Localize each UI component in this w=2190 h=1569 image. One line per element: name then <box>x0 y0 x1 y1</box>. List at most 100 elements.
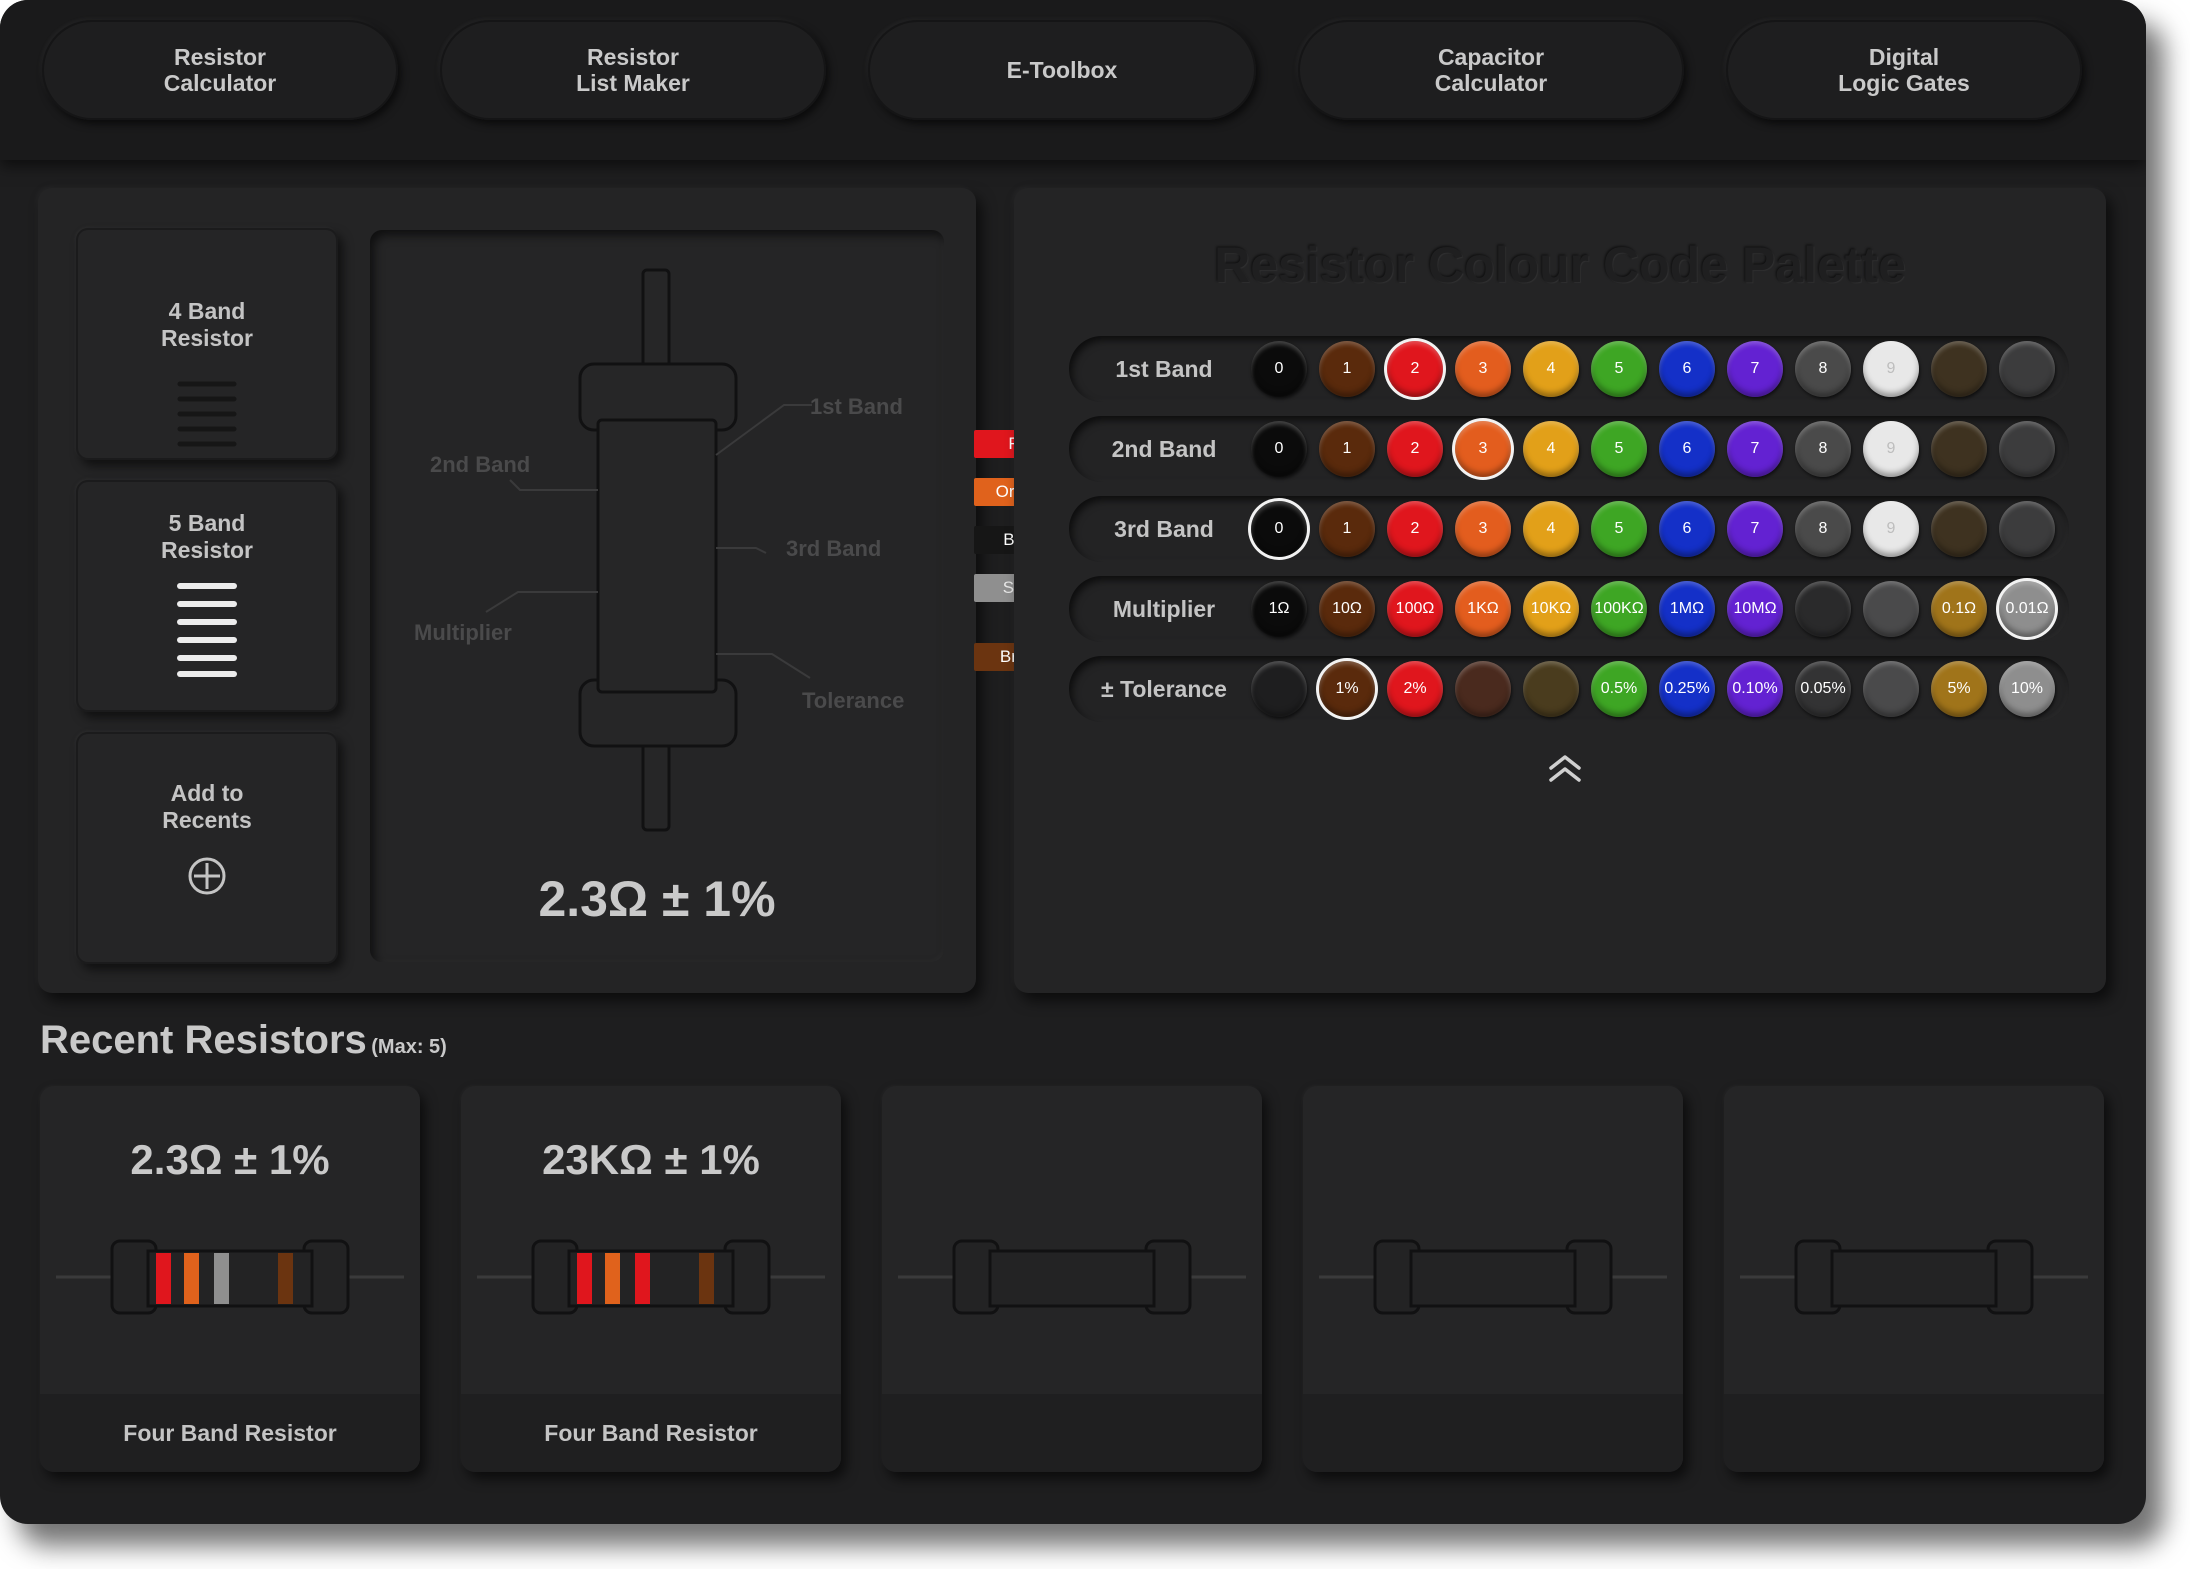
five-band-button[interactable]: 5 Band Resistor <box>76 480 338 712</box>
recent-resistor-card[interactable]: 23KΩ ± 1% Four Band Resistor <box>461 1086 841 1472</box>
recent-resistor-graphic <box>898 1239 1246 1315</box>
colour-swatch[interactable]: 9 <box>1863 341 1919 397</box>
colour-swatch[interactable]: 10MΩ <box>1727 581 1783 637</box>
colour-swatch[interactable]: 5% <box>1931 661 1987 717</box>
colour-swatch[interactable]: 1% <box>1319 661 1375 717</box>
colour-swatch[interactable]: 1KΩ <box>1455 581 1511 637</box>
colour-swatch[interactable]: 9 <box>1863 421 1919 477</box>
resistor-band-stripe <box>214 1253 229 1304</box>
colour-swatch[interactable]: 3 <box>1455 421 1511 477</box>
colour-swatch[interactable]: 9 <box>1863 501 1919 557</box>
callout-3rd-band: 3rd Band <box>786 536 882 561</box>
nav-digital-logic-gates[interactable]: Digital Logic Gates <box>1726 20 2082 120</box>
colour-swatch[interactable]: 2 <box>1387 501 1443 557</box>
colour-swatch[interactable] <box>1455 661 1511 717</box>
colour-swatch[interactable]: 5 <box>1591 341 1647 397</box>
colour-swatch[interactable]: 4 <box>1523 421 1579 477</box>
colour-swatch[interactable]: 3 <box>1455 501 1511 557</box>
recent-resistor-value: 2.3Ω ± 1% <box>130 1136 330 1183</box>
colour-swatch[interactable]: 0 <box>1251 341 1307 397</box>
colour-swatch[interactable]: 0.05% <box>1795 661 1851 717</box>
colour-swatch[interactable] <box>1999 421 2055 477</box>
colour-swatch[interactable]: 4 <box>1523 501 1579 557</box>
colour-swatch[interactable]: 0.25% <box>1659 661 1715 717</box>
palette-row-label: ± Tolerance <box>1101 676 1227 702</box>
colour-swatch[interactable]: 100Ω <box>1387 581 1443 637</box>
colour-swatch[interactable] <box>1999 341 2055 397</box>
recent-resistor-graphic <box>477 1239 825 1315</box>
recent-resistor-graphic <box>1319 1239 1667 1315</box>
colour-swatch[interactable]: 6 <box>1659 501 1715 557</box>
palette-row-label: 2nd Band <box>1111 436 1217 462</box>
colour-swatch[interactable]: 4 <box>1523 341 1579 397</box>
colour-swatch[interactable]: 10Ω <box>1319 581 1375 637</box>
colour-swatch[interactable] <box>1931 421 1987 477</box>
recent-resistor-value: 23KΩ ± 1% <box>542 1136 760 1183</box>
colour-swatch[interactable]: 10KΩ <box>1523 581 1579 637</box>
palette-row-4: ± Tolerance 1% 2% 0.5% 0.25% 0.10% 0.05% 5% 10% <box>1069 656 2069 722</box>
recents-heading: Recent Resistors (Max: 5) <box>40 1018 447 1063</box>
resistor-band-stripe <box>278 1253 293 1304</box>
double-chevron-up-icon[interactable] <box>1548 754 1582 784</box>
colour-swatch[interactable] <box>1523 661 1579 717</box>
colour-swatch[interactable]: 0 <box>1251 421 1307 477</box>
recent-resistor-card[interactable] <box>1303 1086 1683 1472</box>
colour-swatch[interactable]: 7 <box>1727 341 1783 397</box>
nav-resistor-list-maker[interactable]: Resistor List Maker <box>440 20 826 120</box>
colour-swatch[interactable]: 1 <box>1319 501 1375 557</box>
recent-resistor-graphic <box>56 1239 404 1315</box>
four-band-label: 4 Band Resistor <box>160 298 254 351</box>
colour-swatch[interactable]: 8 <box>1795 421 1851 477</box>
colour-swatch[interactable]: 3 <box>1455 341 1511 397</box>
resistor-diagram-area: Red Orange Black Silver Brown 1st Band 2… <box>370 230 1074 962</box>
colour-swatch[interactable]: 8 <box>1795 501 1851 557</box>
nav-resistor-calculator[interactable]: Resistor Calculator <box>42 20 398 120</box>
colour-swatch[interactable]: 8 <box>1795 341 1851 397</box>
resistor-band-stripe <box>699 1253 714 1304</box>
colour-swatch[interactable]: 1 <box>1319 341 1375 397</box>
colour-swatch[interactable]: 1Ω <box>1251 581 1307 637</box>
recent-resistor-card[interactable]: 2.3Ω ± 1% Four Band Resistor <box>40 1086 420 1472</box>
colour-swatch[interactable]: 7 <box>1727 421 1783 477</box>
colour-swatch[interactable] <box>1795 581 1851 637</box>
colour-swatch[interactable]: 1MΩ <box>1659 581 1715 637</box>
recents-title: Recent Resistors <box>40 1018 367 1062</box>
add-to-recents-button[interactable]: Add to Recents <box>76 732 338 964</box>
recent-resistor-type <box>882 1394 1262 1472</box>
nav-e-toolbox[interactable]: E-Toolbox <box>868 20 1256 120</box>
colour-swatch[interactable]: 2 <box>1387 421 1443 477</box>
colour-swatch[interactable] <box>1931 341 1987 397</box>
add-to-recents-label: Add to Recents <box>162 780 252 833</box>
colour-swatch[interactable]: 2% <box>1387 661 1443 717</box>
colour-swatch[interactable]: 0.10% <box>1727 661 1783 717</box>
colour-swatch[interactable]: 5 <box>1591 501 1647 557</box>
colour-swatch[interactable] <box>1863 661 1919 717</box>
colour-swatch[interactable] <box>1999 501 2055 557</box>
palette-row-2: 3rd Band 0 1 2 3 4 5 6 7 8 9 <box>1069 496 2069 562</box>
resistor-body-svg <box>485 268 812 832</box>
resistor-band-stripe <box>156 1253 171 1304</box>
colour-swatch[interactable]: 0.1Ω <box>1931 581 1987 637</box>
nav-capacitor-calculator[interactable]: Capacitor Calculator <box>1298 20 1684 120</box>
colour-swatch[interactable]: 6 <box>1659 341 1715 397</box>
colour-swatch[interactable] <box>1863 581 1919 637</box>
colour-swatch[interactable]: 7 <box>1727 501 1783 557</box>
colour-swatch[interactable] <box>1931 501 1987 557</box>
recents-max-label: (Max: 5) <box>371 1036 447 1058</box>
recent-resistor-card[interactable] <box>1724 1086 2104 1472</box>
colour-swatch[interactable]: 1 <box>1319 421 1375 477</box>
colour-swatch[interactable]: 5 <box>1591 421 1647 477</box>
four-band-icon <box>177 381 237 447</box>
colour-swatch[interactable]: 2 <box>1387 341 1443 397</box>
colour-swatch[interactable]: 6 <box>1659 421 1715 477</box>
four-band-button[interactable]: 4 Band Resistor <box>76 228 338 460</box>
colour-swatch[interactable]: 0.5% <box>1591 661 1647 717</box>
colour-swatch[interactable]: 100KΩ <box>1591 581 1647 637</box>
recent-resistor-card[interactable] <box>882 1086 1262 1472</box>
colour-swatch[interactable]: 0 <box>1251 501 1307 557</box>
palette-title: Resistor Colour Code Palette <box>1214 237 1906 293</box>
colour-swatch[interactable]: 10% <box>1999 661 2055 717</box>
colour-swatch[interactable]: 0.01Ω <box>1999 581 2055 637</box>
callout-2nd-band: 2nd Band <box>430 452 531 477</box>
colour-swatch[interactable] <box>1251 661 1307 717</box>
